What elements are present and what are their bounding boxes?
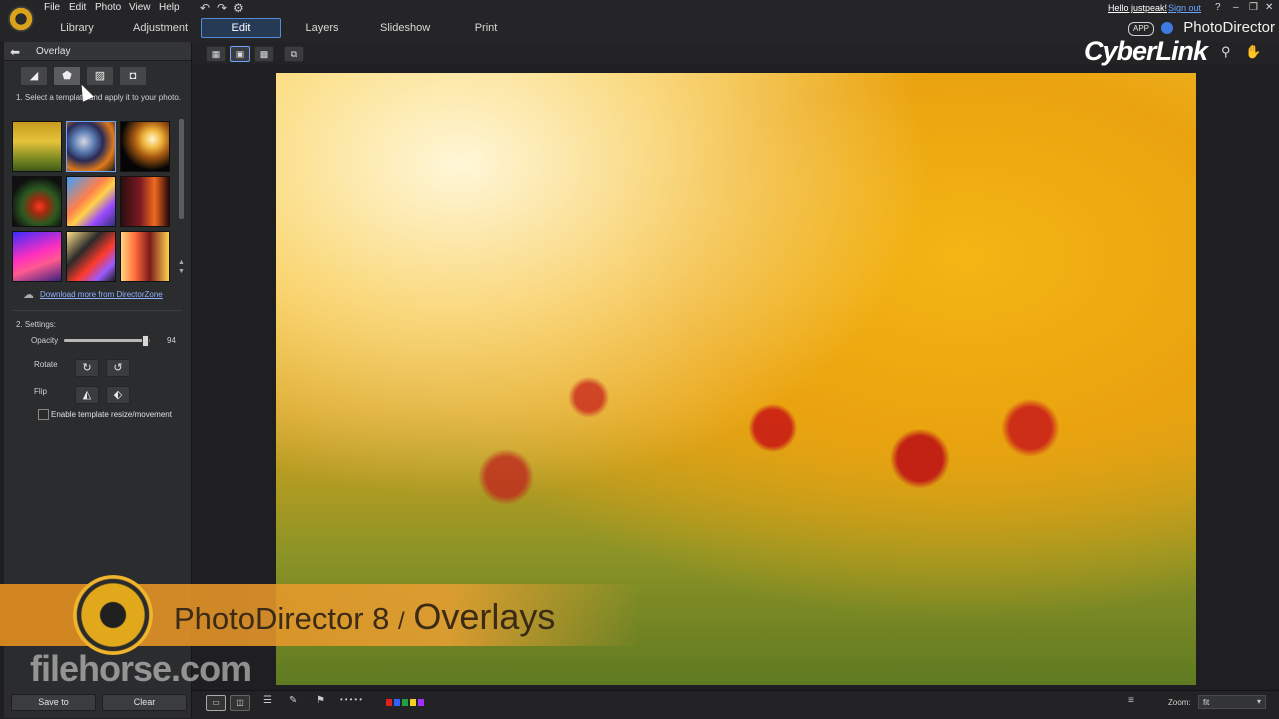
- cyberlink-brand: CyberLink: [1084, 36, 1208, 66]
- divider: [12, 310, 182, 311]
- close-button[interactable]: ✕: [1265, 2, 1273, 13]
- zoom-select[interactable]: fit: [1198, 695, 1266, 709]
- panel-title: Overlay: [36, 46, 71, 57]
- tool-overlay-button[interactable]: ⬟: [53, 66, 81, 86]
- aperture-logo-icon: [73, 575, 153, 655]
- flag-icon[interactable]: ⚑: [316, 695, 325, 706]
- undo-icon[interactable]: ↶: [200, 1, 210, 15]
- video-title-separator: /: [398, 608, 405, 635]
- sign-out-link[interactable]: Sign out: [1168, 3, 1201, 13]
- panel-header: [4, 42, 191, 61]
- greeting-link[interactable]: Hello justpeak!: [1108, 3, 1167, 13]
- rotate-left-button[interactable]: ↺: [106, 359, 130, 377]
- minimize-button[interactable]: –: [1233, 2, 1239, 13]
- opacity-value: 94: [167, 336, 176, 345]
- overlay-template-thumb[interactable]: [66, 231, 116, 282]
- rotate-label: Rotate: [34, 360, 58, 369]
- overlay-template-thumb[interactable]: [66, 121, 116, 172]
- app-badge[interactable]: APP: [1128, 22, 1154, 36]
- tag-icon[interactable]: ✎: [289, 695, 297, 706]
- flip-vertical-button[interactable]: ⬖: [106, 386, 130, 404]
- download-more-link[interactable]: Download more from DirectorZone: [40, 290, 163, 299]
- tab-library[interactable]: Library: [60, 22, 94, 34]
- product-name: PhotoDirector: [1183, 19, 1275, 36]
- resize-movement-label: Enable template resize/movement: [51, 410, 172, 419]
- arrow-left-icon[interactable]: ⬅: [10, 45, 20, 59]
- app-logo-icon: [8, 6, 34, 32]
- overlay-template-thumb[interactable]: [12, 231, 62, 282]
- overlay-template-thumb[interactable]: [120, 121, 170, 172]
- video-title: PhotoDirector 8 / Overlays: [174, 596, 555, 638]
- sort-icon[interactable]: ☰: [263, 695, 272, 706]
- tab-slideshow[interactable]: Slideshow: [380, 22, 430, 34]
- menu-lines-icon[interactable]: ≡: [1128, 695, 1134, 706]
- tab-edit[interactable]: Edit: [201, 18, 281, 38]
- menu-edit[interactable]: Edit: [69, 2, 86, 13]
- view-fullscreen-button[interactable]: ⧉: [284, 46, 304, 62]
- color-label-swatch[interactable]: [418, 699, 424, 706]
- hand-icon[interactable]: ✋: [1245, 44, 1261, 60]
- tool-brush-button[interactable]: ◢: [20, 66, 48, 86]
- view-grid-button[interactable]: ▩: [254, 46, 274, 62]
- video-title-topic: Overlays: [413, 596, 556, 637]
- zoom-label: Zoom:: [1168, 698, 1191, 707]
- redo-icon[interactable]: ↷: [217, 1, 227, 15]
- clear-button[interactable]: Clear: [102, 694, 187, 711]
- color-label-swatch[interactable]: [410, 699, 416, 706]
- save-to-button[interactable]: Save to: [11, 694, 96, 711]
- resize-movement-checkbox[interactable]: [38, 409, 49, 420]
- single-view-button[interactable]: ▭: [206, 695, 226, 711]
- view-single-button[interactable]: ▦: [206, 46, 226, 62]
- overlay-template-thumb[interactable]: [66, 176, 116, 227]
- download-cloud-icon[interactable]: ☁: [23, 288, 34, 301]
- rating-dots[interactable]: •••••: [340, 695, 364, 704]
- thumbnail-scrollbar[interactable]: [179, 119, 184, 219]
- tab-adjustment[interactable]: Adjustment: [133, 22, 188, 34]
- overlay-template-thumb[interactable]: [12, 176, 62, 227]
- opacity-slider-fill: [64, 339, 145, 342]
- color-label-swatch[interactable]: [394, 699, 400, 706]
- menu-photo[interactable]: Photo: [95, 2, 121, 13]
- video-title-product: PhotoDirector 8: [174, 601, 390, 636]
- menu-file[interactable]: File: [44, 2, 60, 13]
- tab-print[interactable]: Print: [473, 22, 499, 34]
- color-label-swatch[interactable]: [386, 699, 392, 706]
- tab-layers[interactable]: Layers: [305, 22, 339, 34]
- magnifier-icon[interactable]: ⚲: [1221, 44, 1231, 60]
- menu-help[interactable]: Help: [159, 2, 180, 13]
- watermark-logo: filehorse.com: [30, 648, 252, 689]
- overlay-template-thumb[interactable]: [120, 176, 170, 227]
- view-compare-button[interactable]: ▣: [230, 46, 250, 62]
- menu-view[interactable]: View: [129, 2, 151, 13]
- overlay-template-thumb[interactable]: [120, 231, 170, 282]
- step1-text: 1. Select a template and apply it to you…: [16, 93, 181, 102]
- opacity-slider-knob[interactable]: [141, 335, 149, 347]
- opacity-label: Opacity: [31, 336, 59, 345]
- gear-icon[interactable]: ⚙: [233, 1, 244, 15]
- tool-stripes-button[interactable]: ▨: [86, 66, 114, 86]
- color-label-swatch[interactable]: [402, 699, 408, 706]
- step2-text: 2. Settings:: [16, 320, 57, 329]
- restore-button[interactable]: ❐: [1249, 2, 1258, 13]
- chevron-down-icon[interactable]: ▾: [1257, 697, 1261, 706]
- flip-horizontal-button[interactable]: ◭: [75, 386, 99, 404]
- overlay-template-thumb[interactable]: [12, 121, 62, 172]
- scroll-up-icon[interactable]: ▲: [178, 259, 185, 266]
- scroll-down-icon[interactable]: ▼: [178, 268, 185, 275]
- flip-label: Flip: [34, 387, 47, 396]
- help-button[interactable]: ?: [1215, 2, 1221, 13]
- rotate-right-button[interactable]: ↻: [75, 359, 99, 377]
- tool-frame-button[interactable]: ◘: [119, 66, 147, 86]
- dual-view-button[interactable]: ◫: [230, 695, 250, 711]
- user-icon: [1161, 22, 1173, 34]
